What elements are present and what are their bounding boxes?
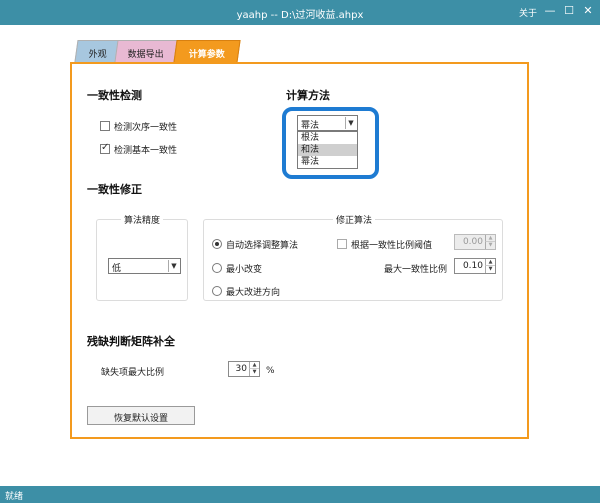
stepper-down-icon[interactable]: ▼ [485,242,495,249]
radio-auto-select[interactable] [212,239,222,249]
missing-max-ratio-stepper[interactable]: 30 ▲ ▼ [228,361,260,377]
radio-min-change[interactable] [212,263,222,273]
stepper-down-icon[interactable]: ▼ [249,369,259,376]
check-basic-consistency-checkbox[interactable] [100,142,110,154]
missing-max-ratio-label: 缺失项最大比例 [101,368,165,378]
percent-unit: % [266,366,275,376]
stepper-up-icon[interactable]: ▲ [249,362,259,369]
check-order-consistency-label: 检测次序一致性 [114,123,178,133]
consistency-fix-heading: 一致性修正 [87,183,142,196]
check-basic-consistency-label: 检测基本一致性 [114,146,178,156]
stepper-down-icon[interactable]: ▼ [485,266,495,273]
check-order-consistency-checkbox[interactable] [100,121,110,131]
consistency-check-heading: 一致性检测 [87,89,142,102]
tab-label: 外观 [88,50,107,60]
radio-max-improve-label: 最大改进方向 [226,288,281,298]
precision-selected: 低 [112,264,122,274]
stepper-up-icon[interactable]: ▲ [485,235,495,242]
radio-max-improve[interactable] [212,286,222,296]
threshold-stepper[interactable]: 0.00 ▲ ▼ [454,234,496,250]
maximize-icon[interactable]: ☐ [563,5,575,17]
max-ratio-stepper[interactable]: 0.10 ▲ ▼ [454,258,496,274]
precision-group-title: 算法精度 [121,213,164,226]
chevron-down-icon[interactable]: ▼ [168,260,179,272]
about-menu[interactable]: 关于 [519,6,537,19]
tab-label: 数据导出 [127,50,164,60]
focus-highlight [282,107,379,179]
missing-max-ratio-value: 30 [235,364,247,374]
status-text: 就绪 [5,492,24,502]
status-bar: 就绪 [0,486,600,503]
threshold-value: 0.00 [462,237,483,247]
radio-min-change-label: 最小改变 [226,265,263,275]
title-bar: yaahp -- D:\过河收益.ahpx 关于 — ☐ ✕ [0,0,600,25]
window-title: yaahp -- D:\过河收益.ahpx [236,10,364,21]
max-ratio-value: 0.10 [462,261,483,271]
reset-defaults-button[interactable]: 恢复默认设置 [87,406,195,425]
close-icon[interactable]: ✕ [582,5,594,17]
algorithm-group-title: 修正算法 [333,213,376,226]
minimize-icon[interactable]: — [544,5,556,17]
threshold-label: 根据一致性比例阈值 [351,241,433,251]
stepper-up-icon[interactable]: ▲ [485,259,495,266]
calc-method-heading: 计算方法 [286,89,330,102]
threshold-checkbox[interactable] [337,239,347,249]
missing-matrix-heading: 残缺判断矩阵补全 [87,335,175,348]
max-ratio-label: 最大一致性比例 [384,265,448,275]
radio-auto-select-label: 自动选择调整算法 [226,241,299,251]
tab-label: 计算参数 [188,50,225,60]
precision-select[interactable]: 低 ▼ [108,258,181,274]
tab-data-export[interactable]: 数据导出 [114,40,178,62]
tab-calc-params[interactable]: 计算参数 [173,40,241,63]
